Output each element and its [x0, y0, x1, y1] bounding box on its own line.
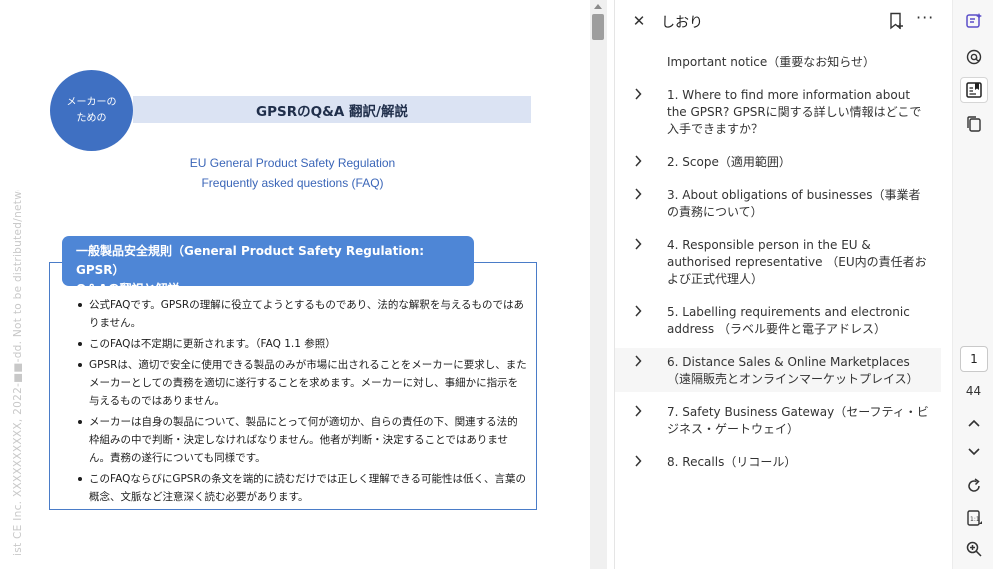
document-viewer: ist CE Inc. XXXXXXXXXX, 2022-■■-dd. Not … — [0, 0, 607, 569]
zoom-in-icon[interactable] — [960, 536, 988, 562]
svg-text:1:1: 1:1 — [970, 516, 980, 523]
bullet-text: このFAQは不定期に更新されます。（FAQ 1.1 参照） — [89, 338, 336, 350]
pdf-page: ist CE Inc. XXXXXXXXXX, 2022-■■-dd. Not … — [0, 0, 590, 569]
info-header-line2: Q＆Aの翻訳と解説 — [76, 282, 180, 296]
document-title: GPSRのQ&A 翻訳/解説 — [133, 96, 531, 123]
chevron-right-icon[interactable] — [633, 87, 643, 101]
bullet-item: このFAQは不定期に更新されます。（FAQ 1.1 参照） — [78, 335, 528, 353]
page-number-input[interactable]: 1 — [960, 346, 988, 372]
chevron-up-icon[interactable] — [960, 410, 988, 436]
info-box-header: 一般製品安全規則（General Product Safety Regulati… — [62, 236, 474, 296]
copilot-icon[interactable] — [960, 44, 988, 70]
bullet-dot — [78, 363, 82, 367]
bookmark-add-icon[interactable] — [889, 12, 905, 30]
chevron-right-icon[interactable] — [633, 354, 643, 368]
close-icon[interactable]: ✕ — [632, 12, 646, 30]
bookmarks-icon[interactable] — [960, 77, 988, 103]
chevron-right-icon[interactable] — [633, 154, 643, 168]
right-toolbar: 1 44 1:1 — [952, 0, 993, 569]
rotate-icon[interactable] — [960, 473, 988, 499]
scroll-up-arrow[interactable] — [594, 4, 602, 9]
chevron-down-icon[interactable] — [960, 439, 988, 465]
bullet-text: 公式FAQです。GPSRの理解に役立てようとするものであり、法的な解釈を与えるも… — [89, 299, 525, 329]
more-options-icon[interactable]: ··· — [916, 8, 934, 27]
ai-assistant-icon[interactable] — [960, 8, 988, 34]
bullet-text: メーカーは自身の製品について、製品にとって何が適切か、自らの責任の下、関連する法… — [89, 416, 518, 464]
bookmark-label[interactable]: 6. Distance Sales & Online Marketplaces … — [667, 354, 931, 388]
bullet-item: このFAQならびにGPSRの条文を端的に読むだけでは正しく理解できる可能性は低く… — [78, 470, 528, 506]
bullet-dot — [78, 477, 82, 481]
bullet-item: GPSRは、適切で安全に使用できる製品のみが市場に出されることをメーカーに要求し… — [78, 356, 528, 410]
chevron-right-icon[interactable] — [633, 187, 643, 201]
chevron-right-icon[interactable] — [633, 304, 643, 318]
bullet-item: メーカーは自身の製品について、製品にとって何が適切か、自らの責任の下、関連する法… — [78, 413, 528, 467]
bookmark-label[interactable]: 2. Scope（適用範囲） — [667, 154, 931, 171]
maker-badge: メーカーの ための — [50, 70, 133, 151]
subtitle-line1: EU General Product Safety Regulation — [189, 156, 396, 170]
chevron-right-icon[interactable] — [633, 454, 643, 468]
bullet-text: このFAQならびにGPSRの条文を端的に読むだけでは正しく理解できる可能性は低く… — [89, 473, 527, 503]
bookmark-label[interactable]: Important notice（重要なお知らせ） — [667, 54, 931, 71]
page-fit-icon[interactable]: 1:1 — [960, 505, 988, 531]
bookmark-label[interactable]: 8. Recalls（リコール） — [667, 454, 931, 471]
bookmark-label[interactable]: 4. Responsible person in the EU & author… — [667, 237, 931, 288]
copy-pages-icon[interactable] — [960, 111, 988, 137]
panel-title: しおり — [661, 15, 703, 31]
bookmark-label[interactable]: 1. Where to find more information about … — [667, 87, 931, 138]
maker-badge-line1: メーカーの — [66, 96, 117, 108]
bookmark-item-hovered[interactable]: 6. Distance Sales & Online Marketplaces … — [615, 348, 941, 392]
chevron-right-icon[interactable] — [633, 237, 643, 251]
bullet-dot — [78, 420, 82, 424]
bookmark-label[interactable]: 7. Safety Business Gateway（セーフティ・ビジネス・ゲー… — [667, 404, 931, 438]
bookmark-label[interactable]: 5. Labelling requirements and electronic… — [667, 304, 931, 338]
bullet-dot — [78, 303, 82, 307]
chevron-right-icon[interactable] — [633, 404, 643, 418]
bookmarks-panel: ✕ しおり ··· Important notice（重要なお知らせ） 1. W… — [614, 0, 952, 569]
watermark: ist CE Inc. XXXXXXXXXX, 2022-■■-dd. Not … — [8, 190, 22, 569]
scrollbar-thumb[interactable] — [592, 14, 604, 40]
bookmark-label[interactable]: 3. About obligations of businesses（事業者の責… — [667, 187, 931, 221]
bullet-dot — [78, 342, 82, 346]
info-header-line1: 一般製品安全規則（General Product Safety Regulati… — [76, 244, 425, 277]
bullet-text: GPSRは、適切で安全に使用できる製品のみが市場に出されることをメーカーに要求し… — [89, 359, 527, 407]
watermark-text: ist CE Inc. XXXXXXXXXX, 2022-■■-dd. Not … — [12, 190, 22, 556]
maker-badge-line2: ための — [76, 112, 107, 124]
vertical-scrollbar[interactable] — [590, 0, 607, 569]
page-total: 44 — [965, 384, 982, 398]
bullet-item: 公式FAQです。GPSRの理解に役立てようとするものであり、法的な解釈を与えるも… — [78, 296, 528, 332]
subtitle-line2: Frequently asked questions (FAQ) — [201, 176, 384, 190]
bullet-list: 公式FAQです。GPSRの理解に役立てようとするものであり、法的な解釈を与えるも… — [78, 296, 528, 509]
